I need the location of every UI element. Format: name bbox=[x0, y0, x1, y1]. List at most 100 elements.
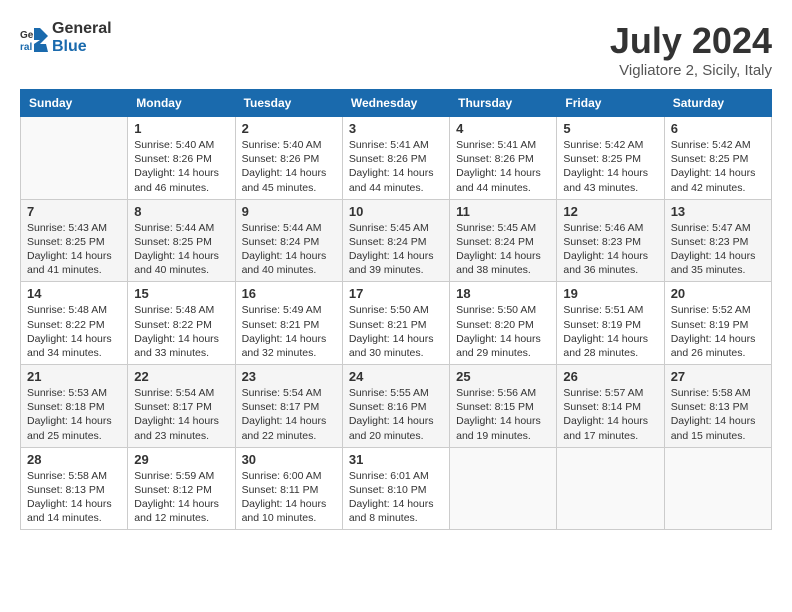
day-number: 20 bbox=[671, 286, 765, 301]
calendar-week-4: 21 Sunrise: 5:53 AM Sunset: 8:18 PM Dayli… bbox=[21, 365, 772, 448]
day-number: 3 bbox=[349, 121, 443, 136]
day-number: 17 bbox=[349, 286, 443, 301]
day-cell-12: 12 Sunrise: 5:46 AM Sunset: 8:23 PM Dayli… bbox=[557, 199, 664, 282]
day-info: Sunrise: 5:49 AM Sunset: 8:21 PM Dayligh… bbox=[242, 303, 336, 360]
day-cell-empty-0-0 bbox=[21, 117, 128, 200]
day-info: Sunrise: 5:47 AM Sunset: 8:23 PM Dayligh… bbox=[671, 221, 765, 278]
day-info: Sunrise: 6:01 AM Sunset: 8:10 PM Dayligh… bbox=[349, 469, 443, 526]
day-cell-31: 31 Sunrise: 6:01 AM Sunset: 8:10 PM Dayli… bbox=[342, 447, 449, 530]
day-info: Sunrise: 5:54 AM Sunset: 8:17 PM Dayligh… bbox=[134, 386, 228, 443]
day-cell-empty-4-5 bbox=[557, 447, 664, 530]
day-cell-7: 7 Sunrise: 5:43 AM Sunset: 8:25 PM Daylig… bbox=[21, 199, 128, 282]
day-number: 31 bbox=[349, 452, 443, 467]
day-number: 12 bbox=[563, 204, 657, 219]
weekday-header-row: SundayMondayTuesdayWednesdayThursdayFrid… bbox=[21, 90, 772, 117]
day-cell-14: 14 Sunrise: 5:48 AM Sunset: 8:22 PM Dayli… bbox=[21, 282, 128, 365]
logo: Gene ral General Blue bbox=[20, 20, 112, 55]
day-number: 9 bbox=[242, 204, 336, 219]
day-cell-30: 30 Sunrise: 6:00 AM Sunset: 8:11 PM Dayli… bbox=[235, 447, 342, 530]
weekday-header-sunday: Sunday bbox=[21, 90, 128, 117]
day-number: 1 bbox=[134, 121, 228, 136]
day-info: Sunrise: 5:48 AM Sunset: 8:22 PM Dayligh… bbox=[134, 303, 228, 360]
day-info: Sunrise: 5:48 AM Sunset: 8:22 PM Dayligh… bbox=[27, 303, 121, 360]
day-info: Sunrise: 5:52 AM Sunset: 8:19 PM Dayligh… bbox=[671, 303, 765, 360]
day-number: 26 bbox=[563, 369, 657, 384]
svg-text:ral: ral bbox=[20, 42, 32, 52]
weekday-header-wednesday: Wednesday bbox=[342, 90, 449, 117]
day-cell-28: 28Sunrise: 5:58 AM Sunset: 8:13 PM Dayli… bbox=[21, 447, 128, 530]
day-cell-empty-4-4 bbox=[450, 447, 557, 530]
day-number: 2 bbox=[242, 121, 336, 136]
day-number: 25 bbox=[456, 369, 550, 384]
day-info: Sunrise: 5:56 AM Sunset: 8:15 PM Dayligh… bbox=[456, 386, 550, 443]
day-info: Sunrise: 5:46 AM Sunset: 8:23 PM Dayligh… bbox=[563, 221, 657, 278]
day-info: Sunrise: 5:44 AM Sunset: 8:25 PM Dayligh… bbox=[134, 221, 228, 278]
day-info: Sunrise: 5:44 AM Sunset: 8:24 PM Dayligh… bbox=[242, 221, 336, 278]
day-cell-2: 2Sunrise: 5:40 AM Sunset: 8:26 PM Daylig… bbox=[235, 117, 342, 200]
weekday-header-saturday: Saturday bbox=[664, 90, 771, 117]
day-cell-17: 17 Sunrise: 5:50 AM Sunset: 8:21 PM Dayli… bbox=[342, 282, 449, 365]
day-info: Sunrise: 5:57 AM Sunset: 8:14 PM Dayligh… bbox=[563, 386, 657, 443]
day-info: Sunrise: 5:51 AM Sunset: 8:19 PM Dayligh… bbox=[563, 303, 657, 360]
day-cell-3: 3 Sunrise: 5:41 AM Sunset: 8:26 PM Daylig… bbox=[342, 117, 449, 200]
day-cell-18: 18Sunrise: 5:50 AM Sunset: 8:20 PM Dayli… bbox=[450, 282, 557, 365]
day-cell-11: 11Sunrise: 5:45 AM Sunset: 8:24 PM Dayli… bbox=[450, 199, 557, 282]
day-cell-13: 13 Sunrise: 5:47 AM Sunset: 8:23 PM Dayli… bbox=[664, 199, 771, 282]
day-info: Sunrise: 5:42 AM Sunset: 8:25 PM Dayligh… bbox=[671, 138, 765, 195]
main-title: July 2024 bbox=[610, 20, 772, 62]
weekday-header-monday: Monday bbox=[128, 90, 235, 117]
calendar-week-1: 1Sunrise: 5:40 AM Sunset: 8:26 PM Daylig… bbox=[21, 117, 772, 200]
day-info: Sunrise: 6:00 AM Sunset: 8:11 PM Dayligh… bbox=[242, 469, 336, 526]
day-number: 5 bbox=[563, 121, 657, 136]
day-number: 19 bbox=[563, 286, 657, 301]
day-number: 30 bbox=[242, 452, 336, 467]
day-cell-8: 8 Sunrise: 5:44 AM Sunset: 8:25 PM Daylig… bbox=[128, 199, 235, 282]
day-info: Sunrise: 5:55 AM Sunset: 8:16 PM Dayligh… bbox=[349, 386, 443, 443]
calendar-week-2: 7 Sunrise: 5:43 AM Sunset: 8:25 PM Daylig… bbox=[21, 199, 772, 282]
header: Gene ral General Blue July 2024 Vigliato… bbox=[20, 20, 772, 79]
day-number: 16 bbox=[242, 286, 336, 301]
day-info: Sunrise: 5:58 AM Sunset: 8:13 PM Dayligh… bbox=[671, 386, 765, 443]
title-area: July 2024 Vigliatore 2, Sicily, Italy bbox=[610, 20, 772, 79]
day-number: 7 bbox=[27, 204, 121, 219]
day-info: Sunrise: 5:43 AM Sunset: 8:25 PM Dayligh… bbox=[27, 221, 121, 278]
weekday-header-thursday: Thursday bbox=[450, 90, 557, 117]
logo-general: General bbox=[52, 20, 112, 38]
day-cell-20: 20 Sunrise: 5:52 AM Sunset: 8:19 PM Dayli… bbox=[664, 282, 771, 365]
weekday-header-friday: Friday bbox=[557, 90, 664, 117]
day-cell-19: 19 Sunrise: 5:51 AM Sunset: 8:19 PM Dayli… bbox=[557, 282, 664, 365]
day-info: Sunrise: 5:59 AM Sunset: 8:12 PM Dayligh… bbox=[134, 469, 228, 526]
day-info: Sunrise: 5:45 AM Sunset: 8:24 PM Dayligh… bbox=[349, 221, 443, 278]
day-cell-10: 10 Sunrise: 5:45 AM Sunset: 8:24 PM Dayli… bbox=[342, 199, 449, 282]
day-info: Sunrise: 5:42 AM Sunset: 8:25 PM Dayligh… bbox=[563, 138, 657, 195]
day-cell-23: 23Sunrise: 5:54 AM Sunset: 8:17 PM Dayli… bbox=[235, 365, 342, 448]
day-cell-15: 15 Sunrise: 5:48 AM Sunset: 8:22 PM Dayli… bbox=[128, 282, 235, 365]
day-number: 21 bbox=[27, 369, 121, 384]
day-number: 14 bbox=[27, 286, 121, 301]
day-number: 4 bbox=[456, 121, 550, 136]
calendar-table: SundayMondayTuesdayWednesdayThursdayFrid… bbox=[20, 89, 772, 530]
day-number: 23 bbox=[242, 369, 336, 384]
day-info: Sunrise: 5:41 AM Sunset: 8:26 PM Dayligh… bbox=[349, 138, 443, 195]
day-info: Sunrise: 5:53 AM Sunset: 8:18 PM Dayligh… bbox=[27, 386, 121, 443]
day-cell-29: 29 Sunrise: 5:59 AM Sunset: 8:12 PM Dayli… bbox=[128, 447, 235, 530]
day-number: 22 bbox=[134, 369, 228, 384]
day-number: 24 bbox=[349, 369, 443, 384]
day-cell-26: 26 Sunrise: 5:57 AM Sunset: 8:14 PM Dayli… bbox=[557, 365, 664, 448]
day-cell-1: 1Sunrise: 5:40 AM Sunset: 8:26 PM Daylig… bbox=[128, 117, 235, 200]
day-number: 29 bbox=[134, 452, 228, 467]
subtitle: Vigliatore 2, Sicily, Italy bbox=[610, 62, 772, 79]
day-info: Sunrise: 5:41 AM Sunset: 8:26 PM Dayligh… bbox=[456, 138, 550, 195]
day-number: 13 bbox=[671, 204, 765, 219]
logo-text: General Blue bbox=[52, 20, 112, 55]
day-info: Sunrise: 5:50 AM Sunset: 8:21 PM Dayligh… bbox=[349, 303, 443, 360]
day-cell-6: 6 Sunrise: 5:42 AM Sunset: 8:25 PM Daylig… bbox=[664, 117, 771, 200]
day-number: 8 bbox=[134, 204, 228, 219]
day-number: 6 bbox=[671, 121, 765, 136]
day-number: 10 bbox=[349, 204, 443, 219]
day-info: Sunrise: 5:58 AM Sunset: 8:13 PM Dayligh… bbox=[27, 469, 121, 526]
day-number: 11 bbox=[456, 204, 550, 219]
day-number: 15 bbox=[134, 286, 228, 301]
logo-icon: Gene ral bbox=[20, 24, 48, 52]
day-cell-21: 21 Sunrise: 5:53 AM Sunset: 8:18 PM Dayli… bbox=[21, 365, 128, 448]
